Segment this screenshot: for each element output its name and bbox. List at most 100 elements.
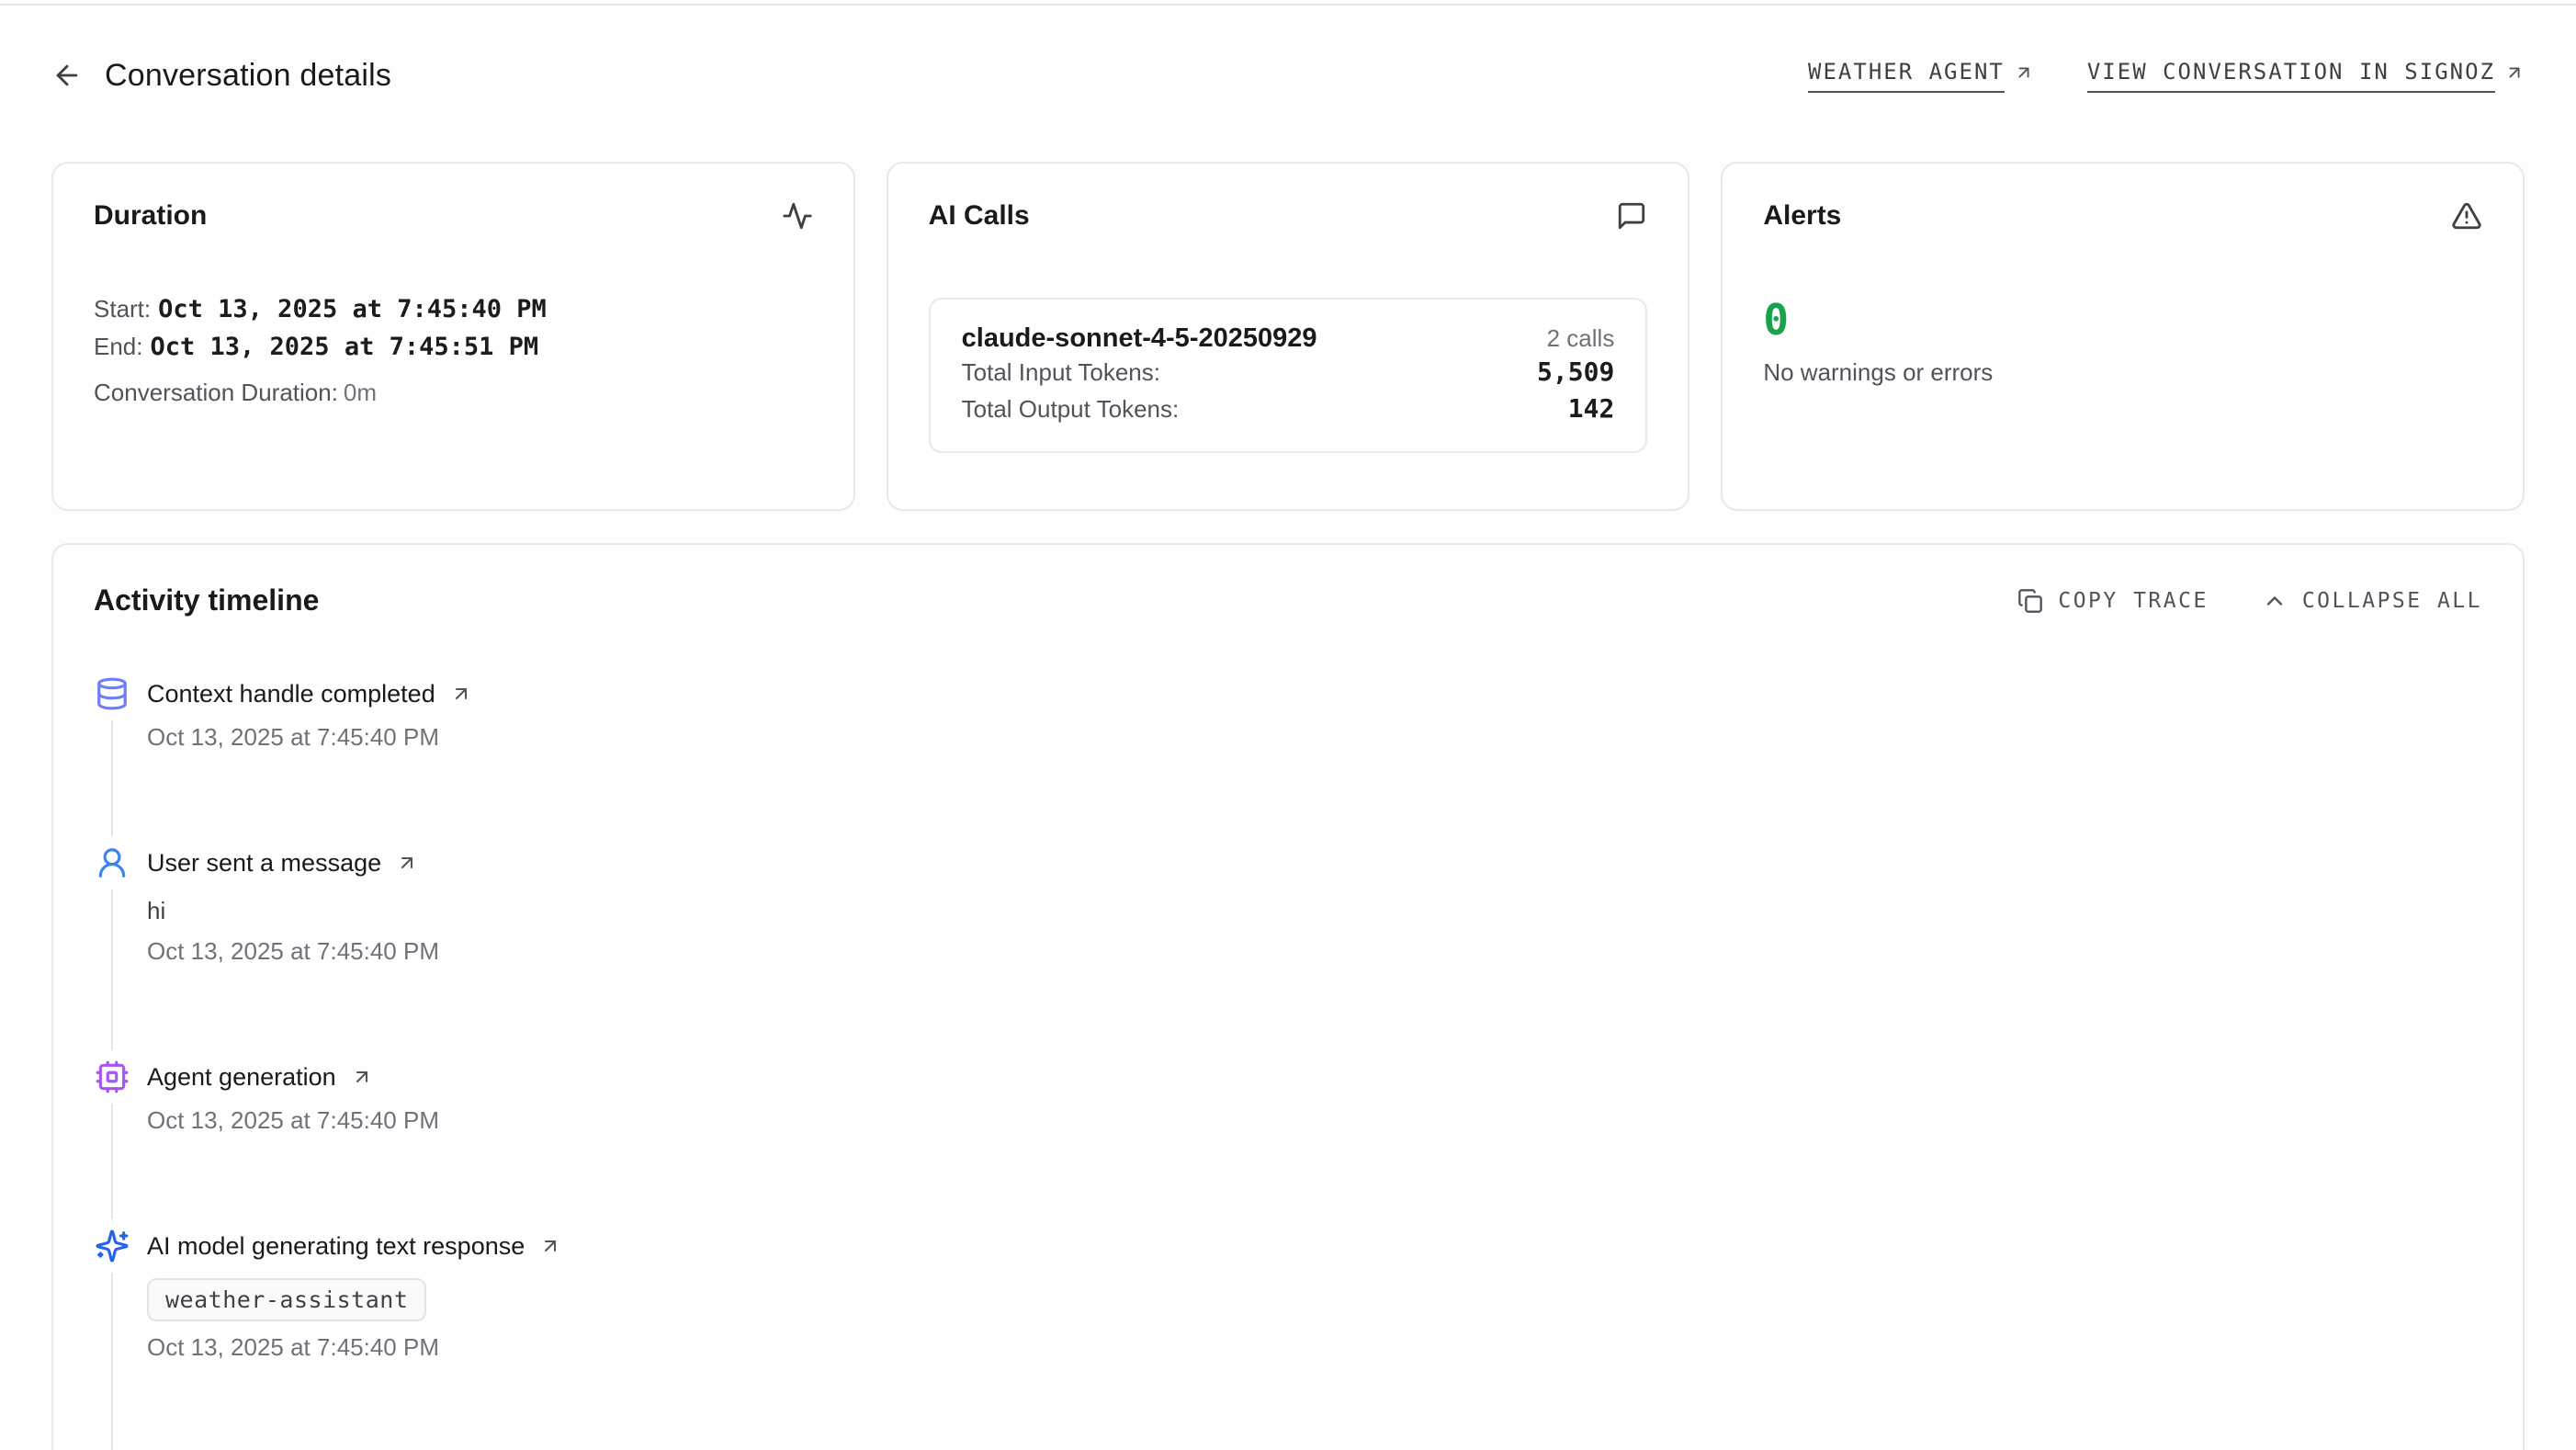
- cpu-icon: [95, 1059, 130, 1094]
- top-divider: [0, 4, 2576, 6]
- message-square-icon: [1616, 200, 1647, 232]
- duration-card: Duration Start:Oct 13, 2025 at 7:45:40 P…: [51, 162, 855, 511]
- view-conversation-link-label: VIEW CONVERSATION IN SIGNOZ: [2087, 59, 2495, 93]
- copy-trace-button[interactable]: COPY TRACE: [2017, 588, 2208, 614]
- timeline-connector: [111, 720, 113, 836]
- timeline-item-title-row: User sent a message: [147, 845, 439, 880]
- chevron-up-icon: [2262, 588, 2288, 614]
- model-call-count: 2 calls: [1547, 324, 1615, 353]
- arrow-up-right-icon: [450, 683, 472, 705]
- timeline-actions: COPY TRACE COLLAPSE ALL: [2017, 588, 2482, 614]
- start-value: Oct 13, 2025 at 7:45:40 PM: [158, 295, 547, 323]
- copy-trace-label: COPY TRACE: [2058, 589, 2208, 613]
- weather-agent-link-label: WEATHER AGENT: [1808, 59, 2005, 93]
- timeline-header: Activity timeline COPY TRACE COLLAPSE AL…: [94, 583, 2482, 617]
- timeline-item-title: Agent generation: [147, 1063, 336, 1092]
- arrow-left-icon: [51, 60, 83, 91]
- timeline-item-timestamp: Oct 13, 2025 at 7:45:40 PM: [147, 723, 472, 752]
- timeline-item-agent-generation: Agent generation Oct 13, 2025 at 7:45:40…: [94, 1059, 2482, 1229]
- open-span-link[interactable]: [396, 852, 418, 874]
- timeline-item-title-row: Context handle completed: [147, 676, 472, 711]
- duration-card-body: Start:Oct 13, 2025 at 7:45:40 PM End: Oct…: [94, 290, 813, 412]
- timeline-connector: [111, 889, 113, 1050]
- timeline-connector: [111, 1273, 113, 1450]
- external-link-arrow-icon: [2014, 62, 2034, 83]
- database-icon: [95, 676, 130, 711]
- page-title: Conversation details: [105, 58, 391, 94]
- activity-timeline-card: Activity timeline COPY TRACE COLLAPSE AL…: [51, 543, 2525, 1450]
- timeline-item-user-message: User sent a message hi Oct 13, 2025 at 7…: [94, 845, 2482, 1059]
- alerts-count: 0: [1763, 296, 2482, 344]
- output-tokens-row: Total Output Tokens: 142: [962, 391, 1615, 427]
- start-label: Start:: [94, 295, 151, 323]
- conversation-duration-row: Conversation Duration:0m: [94, 374, 813, 412]
- timeline-rail: [94, 676, 130, 845]
- ai-calls-card-header: AI Calls: [929, 200, 1648, 232]
- conversation-duration-label: Conversation Duration:: [94, 379, 338, 406]
- timeline-item-ai-text-response: AI model generating text response weathe…: [94, 1229, 2482, 1450]
- collapse-all-button[interactable]: COLLAPSE ALL: [2262, 588, 2482, 614]
- alerts-message: No warnings or errors: [1763, 358, 2482, 387]
- end-time-row: End: Oct 13, 2025 at 7:45:51 PM: [94, 328, 813, 366]
- ai-calls-card: AI Calls claude-sonnet-4-5-20250929 2 ca…: [887, 162, 1690, 511]
- timeline-rail: [94, 1059, 130, 1229]
- alerts-card: Alerts 0 No warnings or errors: [1721, 162, 2525, 511]
- model-usage-box: claude-sonnet-4-5-20250929 2 calls Total…: [929, 298, 1648, 453]
- agent-name-badge: weather-assistant: [147, 1278, 426, 1321]
- timeline-item-title-row: Agent generation: [147, 1059, 439, 1094]
- end-value: Oct 13, 2025 at 7:45:51 PM: [151, 333, 539, 361]
- activity-icon: [782, 200, 813, 232]
- model-header-row: claude-sonnet-4-5-20250929 2 calls: [962, 323, 1615, 354]
- arrow-up-right-icon: [539, 1235, 561, 1257]
- view-conversation-signoz-link[interactable]: VIEW CONVERSATION IN SIGNOZ: [2087, 59, 2525, 93]
- collapse-all-label: COLLAPSE ALL: [2302, 589, 2482, 613]
- user-icon: [95, 845, 130, 880]
- model-name: claude-sonnet-4-5-20250929: [962, 323, 1317, 354]
- input-tokens-label: Total Input Tokens:: [962, 354, 1160, 391]
- ai-calls-card-title: AI Calls: [929, 200, 1030, 232]
- timeline-rail: [94, 845, 130, 1059]
- copy-icon: [2017, 588, 2043, 614]
- user-message-text: hi: [147, 897, 439, 925]
- arrow-up-right-icon: [396, 852, 418, 874]
- timeline-items: Context handle completed Oct 13, 2025 at…: [94, 676, 2482, 1450]
- open-span-link[interactable]: [539, 1235, 561, 1257]
- timeline-item-title: User sent a message: [147, 849, 381, 878]
- external-link-arrow-icon: [2504, 62, 2525, 83]
- arrow-up-right-icon: [351, 1066, 373, 1088]
- output-tokens-value: 142: [1568, 391, 1615, 427]
- timeline-item-body: User sent a message hi Oct 13, 2025 at 7…: [147, 845, 439, 1059]
- timeline-item-timestamp: Oct 13, 2025 at 7:45:40 PM: [147, 937, 439, 966]
- sparkles-icon: [95, 1229, 130, 1263]
- duration-card-title: Duration: [94, 200, 207, 232]
- start-time-row: Start:Oct 13, 2025 at 7:45:40 PM: [94, 290, 813, 328]
- conversation-details-page: Conversation details WEATHER AGENT VIEW …: [0, 0, 2576, 1450]
- timeline-item-body: Agent generation Oct 13, 2025 at 7:45:40…: [147, 1059, 439, 1229]
- timeline-rail: [94, 1229, 130, 1450]
- timeline-item-context-handle: Context handle completed Oct 13, 2025 at…: [94, 676, 2482, 845]
- input-tokens-value: 5,509: [1537, 354, 1614, 391]
- open-span-link[interactable]: [450, 683, 472, 705]
- back-button[interactable]: [51, 60, 83, 91]
- conversation-duration-value: 0m: [344, 379, 377, 406]
- timeline-item-timestamp: Oct 13, 2025 at 7:45:40 PM: [147, 1106, 439, 1135]
- alerts-card-title: Alerts: [1763, 200, 1841, 232]
- timeline-connector: [111, 1104, 113, 1219]
- header-left: Conversation details: [51, 58, 391, 94]
- output-tokens-label: Total Output Tokens:: [962, 391, 1180, 427]
- timeline-item-body: Context handle completed Oct 13, 2025 at…: [147, 676, 472, 845]
- timeline-item-title-row: AI model generating text response: [147, 1229, 561, 1263]
- weather-agent-link[interactable]: WEATHER AGENT: [1808, 59, 2034, 93]
- alert-triangle-icon: [2451, 200, 2482, 232]
- header-links: WEATHER AGENT VIEW CONVERSATION IN SIGNO…: [1808, 59, 2525, 93]
- open-span-link[interactable]: [351, 1066, 373, 1088]
- timeline-item-body: AI model generating text response weathe…: [147, 1229, 561, 1450]
- duration-card-header: Duration: [94, 200, 813, 232]
- summary-cards: Duration Start:Oct 13, 2025 at 7:45:40 P…: [51, 162, 2525, 511]
- end-label: End:: [94, 333, 143, 360]
- timeline-item-title: AI model generating text response: [147, 1232, 525, 1261]
- timeline-item-title: Context handle completed: [147, 680, 435, 708]
- timeline-title: Activity timeline: [94, 583, 319, 617]
- input-tokens-row: Total Input Tokens: 5,509: [962, 354, 1615, 391]
- timeline-item-timestamp: Oct 13, 2025 at 7:45:40 PM: [147, 1333, 561, 1362]
